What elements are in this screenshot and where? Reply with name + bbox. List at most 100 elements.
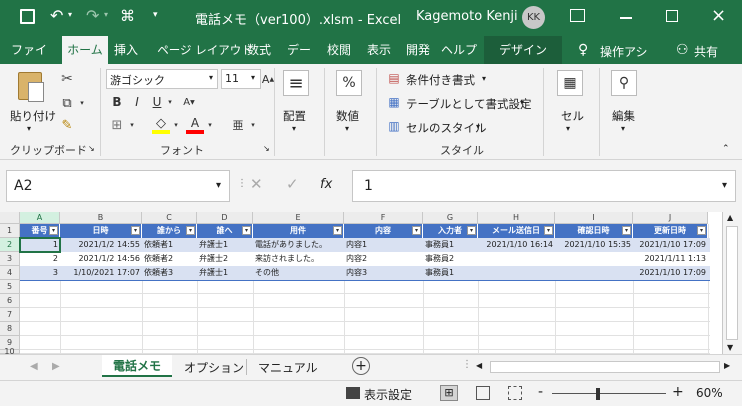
column-header[interactable]: A [20, 212, 60, 224]
zoom-slider-thumb[interactable] [596, 388, 600, 400]
person-icon[interactable]: ⚇ [676, 42, 689, 58]
row-header[interactable]: 3 [0, 252, 20, 266]
tab-home[interactable]: ホーム [62, 36, 108, 64]
tab-view[interactable]: 表示 [364, 36, 394, 64]
tab-design[interactable]: デザイン [484, 36, 562, 64]
table-cell[interactable]: 弁護士2 [197, 252, 253, 266]
select-all-corner[interactable] [0, 212, 20, 224]
zoom-out-button[interactable]: - [538, 384, 543, 400]
clipboard-launcher-icon[interactable]: ↘ [88, 144, 95, 153]
add-sheet-icon[interactable]: + [352, 357, 370, 375]
table-cell[interactable]: 1/10/2021 17:07 [60, 266, 142, 280]
table-header-cell[interactable]: 用件 ▾ [253, 224, 344, 238]
table-header-cell[interactable]: 誰から ▾ [142, 224, 197, 238]
table-cell[interactable]: 依頼者1 [142, 238, 197, 252]
filter-dropdown-icon[interactable]: ▾ [697, 226, 706, 235]
name-box-dropdown-icon[interactable]: ▾ [216, 180, 221, 191]
align-dropdown-icon[interactable]: ▾ [292, 124, 296, 133]
hscroll-left-icon[interactable]: ◀ [476, 361, 482, 370]
column-header[interactable]: G [423, 212, 478, 224]
hscroll-right-icon[interactable]: ▶ [724, 361, 730, 370]
table-header-cell[interactable]: メール送信日 ▾ [478, 224, 555, 238]
paste-dropdown-icon[interactable]: ▾ [27, 124, 31, 133]
filter-dropdown-icon[interactable]: ▾ [186, 226, 195, 235]
italic-button[interactable]: I [128, 93, 146, 111]
filter-dropdown-icon[interactable]: ▾ [333, 226, 342, 235]
horizontal-scrollbar[interactable] [490, 361, 720, 373]
table-cell[interactable]: 依頼者2 [142, 252, 197, 266]
cells-icon[interactable]: ▦ [557, 70, 583, 96]
table-cell[interactable]: 内容2 [344, 252, 423, 266]
border-dropdown-icon[interactable]: ▾ [128, 116, 136, 134]
tab-split-handle[interactable]: ⋮ [462, 359, 472, 370]
table-cell[interactable]: 2021/1/10 17:09 [633, 238, 708, 252]
paste-button[interactable]: 貼り付け [10, 108, 56, 124]
display-settings-button[interactable]: 表示設定 [364, 386, 412, 403]
number-format-icon[interactable]: % [336, 70, 362, 96]
copy-icon[interactable]: ⧉ [58, 94, 76, 112]
filter-dropdown-icon[interactable]: ▾ [412, 226, 421, 235]
filter-dropdown-icon[interactable]: ▾ [242, 226, 251, 235]
cells-dropdown-icon[interactable]: ▾ [566, 124, 570, 133]
table-cell[interactable]: 内容1 [344, 238, 423, 252]
maximize-icon[interactable] [666, 10, 678, 22]
table-format-icon[interactable]: ▦ [386, 94, 402, 110]
table-cell[interactable]: 2021/1/10 16:14 [478, 238, 555, 252]
zoom-level[interactable]: 60% [696, 386, 723, 400]
table-header-cell[interactable]: 誰へ ▾ [197, 224, 253, 238]
font-launcher-icon[interactable]: ↘ [263, 144, 270, 153]
table-cell[interactable]: 弁護士1 [197, 238, 253, 252]
underline-button[interactable]: U [148, 93, 166, 111]
insert-function-button[interactable]: fx [320, 177, 332, 192]
table-cell[interactable]: その他 [253, 266, 344, 280]
tab-developer[interactable]: 開発 [403, 36, 433, 64]
name-box[interactable] [6, 170, 230, 202]
column-header[interactable]: C [142, 212, 197, 224]
table-cell[interactable]: 内容3 [344, 266, 423, 280]
close-icon[interactable]: × [711, 5, 726, 26]
column-header[interactable]: F [344, 212, 423, 224]
enter-icon[interactable]: ✓ [286, 175, 299, 193]
display-settings-icon[interactable] [346, 387, 360, 399]
tab-file[interactable]: ファイル [6, 36, 52, 85]
underline-dropdown-icon[interactable]: ▾ [166, 93, 174, 111]
table-format-button[interactable]: テーブルとして書式設定 [406, 96, 531, 112]
column-header[interactable]: I [555, 212, 633, 224]
table-header-cell[interactable]: 内容 ▾ [344, 224, 423, 238]
table-header-cell[interactable]: 日時 ▾ [60, 224, 142, 238]
filter-dropdown-icon[interactable]: ▾ [131, 226, 140, 235]
column-header[interactable]: J [633, 212, 708, 224]
vscroll-down-icon[interactable]: ▼ [727, 343, 733, 352]
cell-style-dropdown-icon[interactable]: ▾ [476, 122, 480, 131]
align-button[interactable]: 配置 [283, 108, 306, 124]
tab-insert[interactable]: 挿入 [111, 36, 141, 64]
table-cell[interactable] [478, 252, 555, 266]
cell-style-icon[interactable]: ▥ [386, 118, 402, 134]
conditional-format-icon[interactable]: ▤ [386, 70, 402, 86]
formula-bar-handle-icon[interactable]: ⋮ [237, 178, 247, 189]
table-cell[interactable]: 3 [20, 266, 60, 280]
vscroll-thumb[interactable] [726, 226, 738, 340]
save-icon[interactable] [20, 9, 35, 24]
table-cell[interactable] [555, 252, 633, 266]
edit-button[interactable]: 編集 [612, 108, 635, 124]
sheet-scroll-right-icon[interactable]: ▶ [52, 361, 60, 372]
sheet-tab-options[interactable]: オプション [184, 359, 244, 376]
table-cell[interactable] [555, 266, 633, 280]
filter-dropdown-icon[interactable]: ▾ [622, 226, 631, 235]
sheet-tab-phone-memo[interactable]: 電話メモ [102, 355, 172, 377]
edit-dropdown-icon[interactable]: ▾ [621, 124, 625, 133]
table-format-dropdown-icon[interactable]: ▾ [520, 98, 524, 107]
lightbulb-icon[interactable]: ♀ [578, 42, 588, 58]
column-header[interactable]: D [197, 212, 253, 224]
column-header[interactable]: H [478, 212, 555, 224]
fill-color-icon[interactable]: ◇ [152, 116, 170, 134]
table-cell[interactable]: 2021/1/10 15:35 [555, 238, 633, 252]
border-icon[interactable]: ⊞ [108, 116, 126, 134]
table-cell[interactable]: 2021/1/10 17:09 [633, 266, 708, 280]
font-shrink-icon[interactable]: A ▼ [180, 93, 198, 111]
number-dropdown-icon[interactable]: ▾ [345, 124, 349, 133]
table-cell[interactable]: 事務員1 [423, 266, 478, 280]
collapse-ribbon-icon[interactable]: ⌃ [722, 144, 730, 154]
filter-dropdown-icon[interactable]: ▾ [467, 226, 476, 235]
